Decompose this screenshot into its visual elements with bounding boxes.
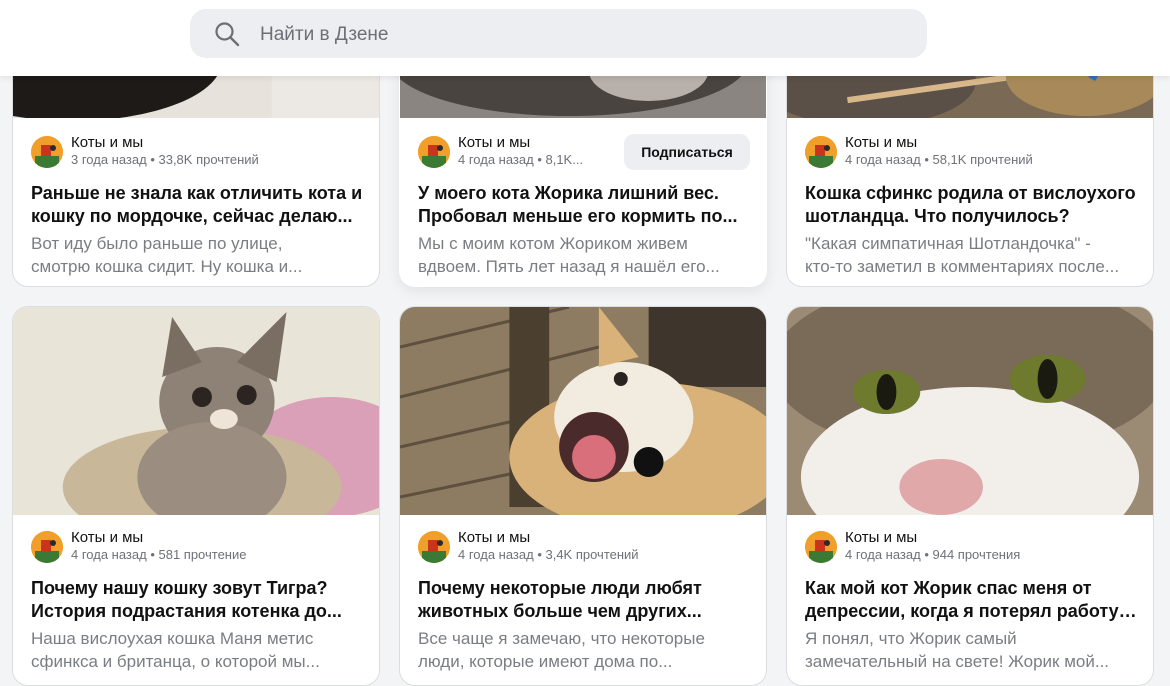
article-snippet: Все чаще я замечаю, что некоторые люди, …	[418, 627, 750, 673]
article-title[interactable]: Почему нашу кошку зовут Тигра? История п…	[31, 577, 363, 623]
subscribe-button[interactable]: Подписаться	[624, 134, 750, 170]
channel-name[interactable]: Коты и мы	[458, 134, 530, 151]
title-line: Кошка сфинкс родила от вислоухого	[805, 183, 1136, 203]
publish-meta: 4 года назад • 3,4K прочтений	[458, 547, 639, 562]
article-card[interactable]: Коты и мы 4 года назад • 581 прочтение П…	[12, 306, 380, 686]
channel-name[interactable]: Коты и мы	[458, 529, 530, 546]
channel-avatar[interactable]	[31, 531, 63, 563]
title-line: Почему некоторые люди любят	[418, 578, 702, 598]
channel-avatar[interactable]	[805, 531, 837, 563]
channel-name[interactable]: Коты и мы	[71, 134, 143, 151]
article-title[interactable]: У моего кота Жорика лишний вес. Пробовал…	[418, 182, 750, 228]
channel-avatar[interactable]	[31, 136, 63, 168]
article-card[interactable]: Коты и мы 4 года назад • 3,4K прочтений …	[399, 306, 767, 686]
article-card[interactable]: Коты и мы 4 года назад • 58,1K прочтений…	[786, 40, 1154, 287]
article-card[interactable]: Коты и мы 3 года назад • 33,8K прочтений…	[12, 40, 380, 287]
search-icon	[215, 22, 240, 47]
article-snippet: Вот иду было раньше по улице, смотрю кош…	[31, 232, 363, 278]
article-snippet: Мы с моим котом Жориком живем вдвоем. Пя…	[418, 232, 750, 278]
search-input[interactable]	[258, 9, 902, 60]
snippet-line: вдвоем. Пять лет назад я нашёл его...	[418, 257, 720, 276]
article-image	[400, 307, 766, 515]
publish-meta: 4 года назад • 581 прочтение	[71, 547, 247, 562]
channel-avatar[interactable]	[418, 136, 450, 168]
article-title[interactable]: Почему некоторые люди любят животных бол…	[418, 577, 750, 623]
title-line: Пробовал меньше его кормить по...	[418, 206, 738, 226]
title-line: шотландца. Что получилось?	[805, 206, 1070, 226]
publish-meta: 4 года назад • 8,1K...	[458, 152, 584, 167]
snippet-line: сфинкса и британца, о которой мы...	[31, 652, 320, 671]
snippet-line: Наша вислоухая кошка Маня метис	[31, 629, 314, 648]
article-title[interactable]: Кошка сфинкс родила от вислоухого шотлан…	[805, 182, 1137, 228]
search-box[interactable]	[190, 9, 927, 60]
snippet-line: Мы с моим котом Жориком живем	[418, 234, 688, 253]
article-image	[787, 307, 1153, 515]
channel-avatar[interactable]	[418, 531, 450, 563]
snippet-line: Я понял, что Жорик самый	[805, 629, 1017, 648]
title-line: История подрастания котенка до...	[31, 601, 342, 621]
snippet-line: кто-то заметил в комментариях после...	[805, 257, 1120, 276]
article-card[interactable]: Коты и мы 4 года назад • 944 прочтения К…	[786, 306, 1154, 686]
channel-name[interactable]: Коты и мы	[71, 529, 143, 546]
channel-avatar[interactable]	[805, 136, 837, 168]
article-snippet: Наша вислоухая кошка Маня метис сфинкса …	[31, 627, 363, 673]
snippet-line: Вот иду было раньше по улице,	[31, 234, 283, 253]
snippet-line: замечательный на свете! Жорик мой...	[805, 652, 1110, 671]
snippet-line: смотрю кошка сидит. Ну кошка и...	[31, 257, 303, 276]
snippet-line: люди, которые имеют дома по...	[418, 652, 673, 671]
article-snippet: "Какая симпатичная Шотландочка" - кто-то…	[805, 232, 1137, 278]
title-line: Почему нашу кошку зовут Тигра?	[31, 578, 328, 598]
title-line: Раньше не знала как отличить кота и	[31, 183, 363, 203]
channel-name[interactable]: Коты и мы	[845, 134, 917, 151]
article-title[interactable]: Раньше не знала как отличить кота и кошк…	[31, 182, 363, 228]
title-line: кошку по мордочке, сейчас делаю...	[31, 206, 353, 226]
top-bar	[0, 0, 1170, 76]
title-line: депрессии, когда я потерял работу ...	[805, 601, 1137, 621]
publish-meta: 4 года назад • 944 прочтения	[845, 547, 1021, 562]
snippet-line: "Какая симпатичная Шотландочка" -	[805, 234, 1091, 253]
title-line: животных больше чем других...	[418, 601, 702, 621]
channel-name[interactable]: Коты и мы	[845, 529, 917, 546]
article-image	[13, 307, 379, 515]
snippet-line: Все чаще я замечаю, что некоторые	[418, 629, 705, 648]
title-line: У моего кота Жорика лишний вес.	[418, 183, 719, 203]
title-line: Как мой кот Жорик спас меня от	[805, 578, 1092, 598]
publish-meta: 3 года назад • 33,8K прочтений	[71, 152, 259, 167]
publish-meta: 4 года назад • 58,1K прочтений	[845, 152, 1033, 167]
article-card[interactable]: Коты и мы 4 года назад • 8,1K... Подписа…	[399, 40, 767, 287]
article-title[interactable]: Как мой кот Жорик спас меня от депрессии…	[805, 577, 1137, 623]
article-snippet: Я понял, что Жорик самый замечательный н…	[805, 627, 1137, 673]
